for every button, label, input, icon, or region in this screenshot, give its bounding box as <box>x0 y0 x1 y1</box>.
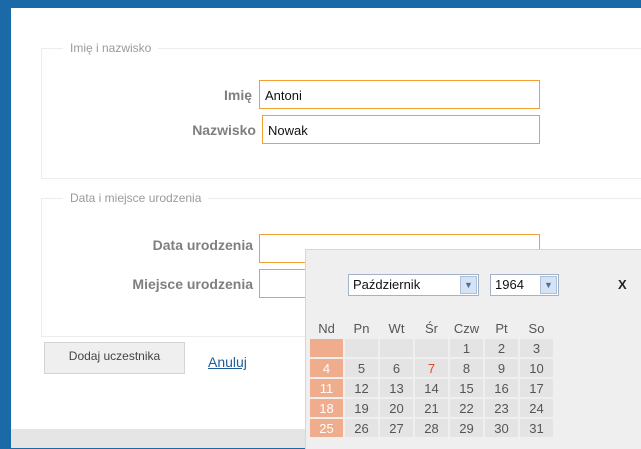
year-select[interactable]: 1964 ▼ <box>490 274 559 296</box>
month-select-value: Październik <box>353 277 421 292</box>
calendar-empty-cell <box>415 339 448 357</box>
month-select[interactable]: Październik ▼ <box>348 274 479 296</box>
calendar-day[interactable]: 1 <box>450 339 483 357</box>
birth-place-label: Miejsce urodzenia <box>132 276 253 292</box>
calendar-day[interactable]: 5 <box>345 359 378 377</box>
calendar-day[interactable]: 29 <box>450 419 483 437</box>
calendar-day-sunday[interactable]: 18 <box>310 399 343 417</box>
calendar-day[interactable]: 16 <box>485 379 518 397</box>
add-participant-button[interactable]: Dodaj uczestnika <box>44 342 185 374</box>
calendar-day[interactable]: 23 <box>485 399 518 417</box>
calendar-empty-cell <box>345 339 378 357</box>
calendar-day[interactable]: 27 <box>380 419 413 437</box>
calendar-day[interactable]: 28 <box>415 419 448 437</box>
birth-date-label: Data urodzenia <box>152 237 253 253</box>
calendar-day[interactable]: 21 <box>415 399 448 417</box>
close-calendar-button[interactable]: X <box>618 277 627 292</box>
calendar-day[interactable]: 13 <box>380 379 413 397</box>
weekday-header: Czw <box>453 320 480 336</box>
calendar-week-row: 4 5 6 7 8 9 10 <box>310 359 553 377</box>
calendar-empty-cell <box>310 339 343 357</box>
calendar-day-sunday[interactable]: 25 <box>310 419 343 437</box>
calendar-day[interactable]: 19 <box>345 399 378 417</box>
weekday-row: Nd Pn Wt Śr Czw Pt So <box>310 319 553 337</box>
first-name-input[interactable] <box>259 80 540 109</box>
calendar-week-row: 1 2 3 <box>310 339 553 357</box>
weekday-header: Śr <box>425 320 438 336</box>
chevron-down-icon[interactable]: ▼ <box>460 276 477 294</box>
calendar-day-sunday[interactable]: 4 <box>310 359 343 377</box>
cancel-link[interactable]: Anuluj <box>208 354 247 370</box>
calendar-day[interactable]: 6 <box>380 359 413 377</box>
chevron-down-icon[interactable]: ▼ <box>540 276 557 294</box>
calendar-day[interactable]: 8 <box>450 359 483 377</box>
year-select-value: 1964 <box>495 277 524 292</box>
calendar-day-sunday[interactable]: 11 <box>310 379 343 397</box>
calendar-week-row: 25 26 27 28 29 30 31 <box>310 419 553 437</box>
calendar-day[interactable]: 24 <box>520 399 553 417</box>
calendar-day[interactable]: 26 <box>345 419 378 437</box>
calendar-day[interactable]: 31 <box>520 419 553 437</box>
weekday-header: Wt <box>388 320 405 336</box>
calendar-day-highlighted[interactable]: 7 <box>415 359 448 377</box>
calendar-day[interactable]: 15 <box>450 379 483 397</box>
calendar-day[interactable]: 12 <box>345 379 378 397</box>
calendar-day[interactable]: 20 <box>380 399 413 417</box>
last-name-input[interactable] <box>262 115 540 144</box>
calendar-day[interactable]: 22 <box>450 399 483 417</box>
weekday-header: Pn <box>353 320 370 336</box>
calendar-empty-cell <box>380 339 413 357</box>
personal-legend: Imię i nazwisko <box>70 41 152 55</box>
birth-legend: Data i miejsce urodzenia <box>70 191 202 205</box>
weekday-header: So <box>528 320 545 336</box>
calendar-grid: Nd Pn Wt Śr Czw Pt So 1 2 3 4 5 6 7 8 9 … <box>308 317 555 439</box>
calendar-day[interactable]: 10 <box>520 359 553 377</box>
last-name-label: Nazwisko <box>192 122 256 138</box>
weekday-header: Nd <box>318 320 335 336</box>
calendar-day[interactable]: 14 <box>415 379 448 397</box>
personal-fieldset: Imię i nazwisko <box>41 41 641 179</box>
date-picker-popup: Październik ▼ 1964 ▼ X Nd Pn Wt Śr Czw P… <box>305 249 641 449</box>
first-name-label: Imię <box>223 87 252 103</box>
calendar-day[interactable]: 30 <box>485 419 518 437</box>
calendar-day[interactable]: 2 <box>485 339 518 357</box>
calendar-day[interactable]: 17 <box>520 379 553 397</box>
calendar-day[interactable]: 3 <box>520 339 553 357</box>
calendar-week-row: 11 12 13 14 15 16 17 <box>310 379 553 397</box>
weekday-header: Pt <box>495 320 508 336</box>
calendar-day[interactable]: 9 <box>485 359 518 377</box>
calendar-week-row: 18 19 20 21 22 23 24 <box>310 399 553 417</box>
